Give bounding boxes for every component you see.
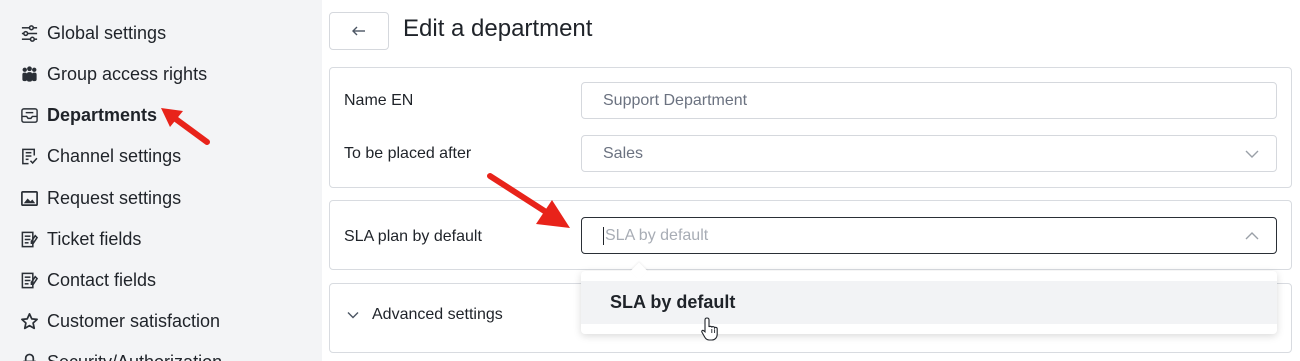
users-group-icon <box>19 64 39 84</box>
advanced-settings-toggle[interactable]: Advanced settings <box>346 306 503 324</box>
hand-cursor-icon <box>701 317 718 341</box>
sidebar-item-label: Contact fields <box>47 269 157 290</box>
sliders-icon <box>19 23 39 43</box>
chevron-down-icon <box>1245 150 1259 158</box>
page-title: Edit a department <box>403 15 593 42</box>
placed-after-label: To be placed after <box>344 145 472 162</box>
sidebar-item-label: Global settings <box>47 22 167 43</box>
name-en-input[interactable]: Support Department <box>581 82 1277 119</box>
name-en-label: Name EN <box>344 92 414 109</box>
chevron-down-icon <box>347 312 359 319</box>
sla-plan-label: SLA plan by default <box>344 228 482 245</box>
dropdown-option-sla-by-default[interactable]: SLA by default <box>581 281 1277 324</box>
placed-after-select[interactable]: Sales <box>581 135 1277 172</box>
sidebar-item-group-access-rights[interactable]: Group access rights <box>19 59 207 89</box>
sidebar-item-security-authorization[interactable]: Security/Authorization <box>19 347 222 361</box>
inbox-tray-icon <box>19 105 39 125</box>
form-fields-icon <box>19 270 39 290</box>
advanced-settings-label: Advanced settings <box>372 306 503 323</box>
text-caret <box>603 226 604 245</box>
sidebar-item-request-settings[interactable]: Request settings <box>19 183 181 213</box>
sidebar-item-label: Ticket fields <box>47 228 142 249</box>
sidebar-item-global-settings[interactable]: Global settings <box>19 18 166 48</box>
sla-plan-select[interactable]: SLA by default <box>581 217 1277 254</box>
sidebar-item-contact-fields[interactable]: Contact fields <box>19 265 156 295</box>
chevron-up-icon <box>1245 232 1259 240</box>
sla-dropdown-menu: SLA by default <box>581 262 1277 334</box>
annotation-arrow-departments <box>161 108 210 145</box>
image-box-icon <box>19 188 39 208</box>
form-fields-icon <box>19 229 39 249</box>
sidebar-item-label: Customer satisfaction <box>47 310 221 331</box>
arrow-left-icon <box>352 26 365 36</box>
annotation-arrow-sla <box>487 173 570 228</box>
sidebar-item-label: Group access rights <box>47 63 208 84</box>
placed-after-value: Sales <box>603 144 644 162</box>
sidebar: Global settings Group access rights Depa… <box>0 0 322 361</box>
sla-plan-placeholder: SLA by default <box>605 226 709 244</box>
lock-icon <box>19 352 39 361</box>
star-icon <box>19 311 39 331</box>
checklist-icon <box>19 146 39 166</box>
name-en-value: Support Department <box>603 91 748 109</box>
sidebar-item-label: Request settings <box>47 187 182 208</box>
sidebar-item-departments[interactable]: Departments <box>19 100 157 130</box>
back-button[interactable] <box>329 12 389 50</box>
sidebar-item-label: Departments <box>47 104 158 125</box>
sidebar-item-label: Security/Authorization <box>47 352 222 361</box>
sidebar-item-ticket-fields[interactable]: Ticket fields <box>19 224 141 254</box>
sidebar-item-customer-satisfaction[interactable]: Customer satisfaction <box>19 306 220 336</box>
